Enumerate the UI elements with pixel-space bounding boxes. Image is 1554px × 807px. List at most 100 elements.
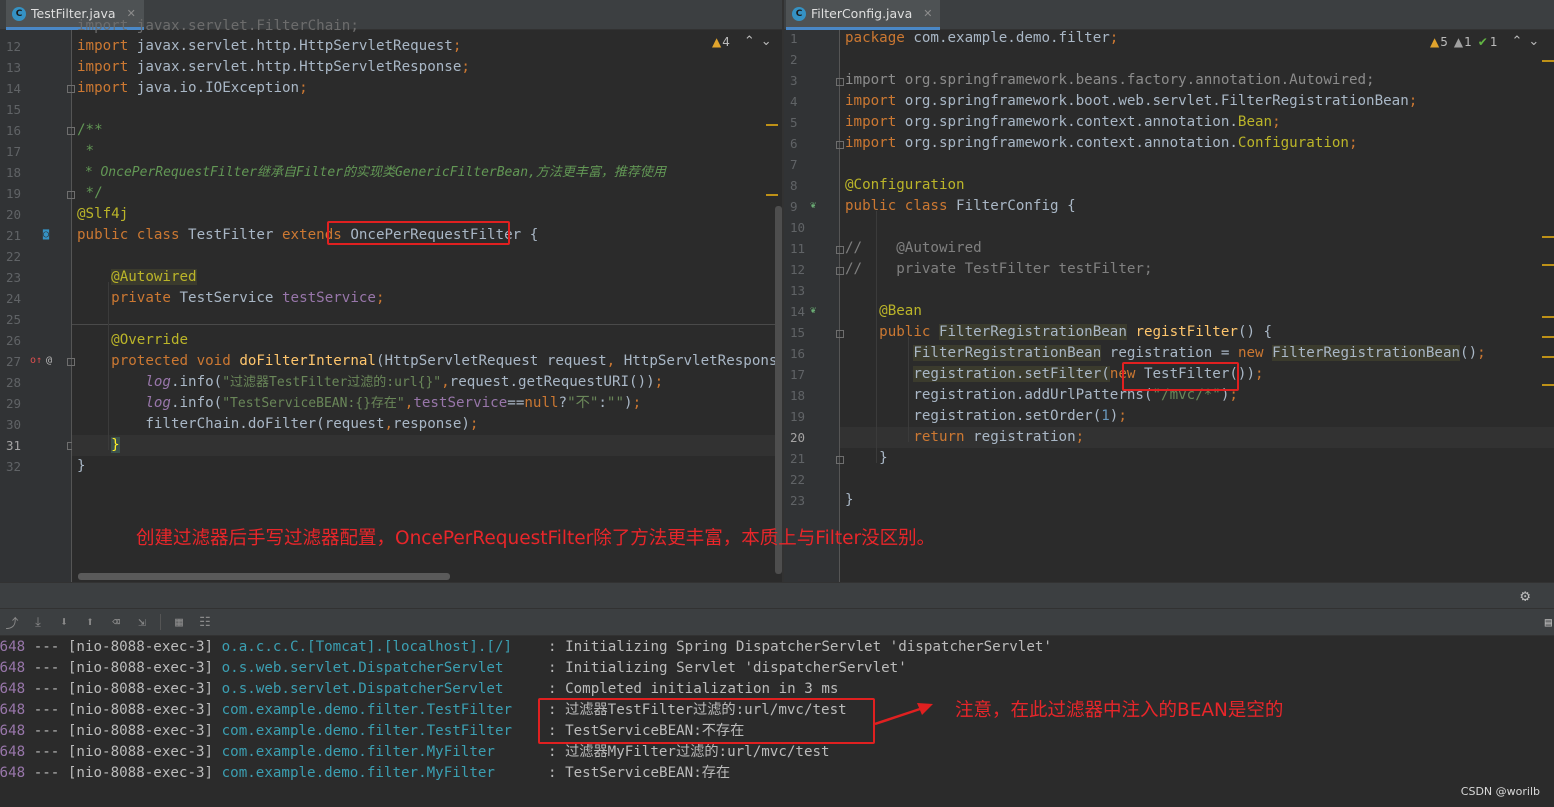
console-log-line: 9648 --- [nio-8088-exec-3] com.example.d… — [0, 742, 830, 763]
line-number[interactable]: 3 — [790, 70, 810, 91]
line-number[interactable]: 18 — [790, 385, 810, 406]
console-log-line: 9648 --- [nio-8088-exec-3] o.s.web.servl… — [0, 679, 838, 700]
log-logger[interactable]: o.s.web.servlet.DispatcherServlet — [222, 681, 504, 697]
line-number[interactable]: 31 — [6, 435, 26, 456]
line-number[interactable]: 25 — [6, 309, 26, 330]
line-number[interactable]: 2 — [790, 49, 810, 70]
line-number[interactable]: 13 — [790, 280, 810, 301]
scroll-to-end-icon[interactable]: ⤓ — [30, 614, 46, 630]
watermark: CSDN @worilb — [1460, 785, 1540, 798]
line-number[interactable]: 10 — [790, 217, 810, 238]
line-number[interactable]: 12 — [6, 36, 26, 57]
log-pid: 9648 — [0, 639, 26, 655]
log-logger[interactable]: com.example.demo.filter.TestFilter — [222, 702, 512, 718]
chevron-down-icon[interactable]: ⌄ — [761, 34, 772, 49]
line-number[interactable]: 23 — [790, 490, 810, 511]
left-vertical-scrollbar[interactable] — [775, 206, 782, 574]
log-separator: --- — [25, 681, 68, 697]
weak-warning-icon: ▲ — [1453, 34, 1464, 49]
line-number[interactable]: 24 — [6, 288, 26, 309]
panel-layout-icon[interactable]: ▤ — [1545, 615, 1552, 629]
line-number[interactable]: 32 — [6, 456, 26, 477]
log-logger[interactable]: o.a.c.c.C.[Tomcat].[localhost].[/] — [222, 639, 512, 655]
line-number[interactable]: 6 — [790, 133, 810, 154]
line-number[interactable]: 14 — [790, 301, 810, 322]
warning-count: 4 — [722, 34, 730, 49]
line-number[interactable]: 9 — [790, 196, 810, 217]
line-number[interactable]: 20 — [6, 204, 26, 225]
chevron-up-icon[interactable]: ⌃ — [1511, 34, 1522, 49]
log-pid: 9648 — [0, 723, 26, 739]
line-number[interactable]: 21 — [790, 448, 810, 469]
layout-icon[interactable]: ☷ — [197, 614, 213, 630]
upload-icon[interactable]: ⬆ — [82, 614, 98, 630]
line-number[interactable]: 27 — [6, 351, 26, 372]
annotation-arrow-icon — [875, 703, 933, 726]
line-number[interactable]: 16 — [790, 343, 810, 364]
line-number[interactable]: 15 — [6, 99, 26, 120]
spring-bean-icon[interactable]: ❦ — [810, 305, 816, 317]
line-number[interactable]: 29 — [6, 393, 26, 414]
gear-icon[interactable]: ⚙ — [1520, 586, 1530, 605]
inspection-widget[interactable]: ▲ 5 ▲ 1 ✔ 1 ⌃ ⌄ — [1430, 34, 1539, 49]
close-icon[interactable]: ✕ — [923, 7, 932, 20]
chevron-down-icon[interactable]: ⌄ — [1528, 34, 1539, 49]
log-logger[interactable]: com.example.demo.filter.TestFilter — [222, 723, 512, 739]
line-number[interactable]: 21 — [6, 225, 26, 246]
line-number[interactable]: 18 — [6, 162, 26, 183]
line-number[interactable]: 17 — [6, 141, 26, 162]
line-number[interactable]: 19 — [790, 406, 810, 427]
log-message: : 过滤器MyFilter过滤的:url/mvc/test — [548, 744, 830, 760]
line-number[interactable]: 22 — [790, 469, 810, 490]
inspection-widget[interactable]: ▲ 4 ⌃ ⌄ — [712, 34, 772, 49]
line-number[interactable]: 17 — [790, 364, 810, 385]
log-logger[interactable]: com.example.demo.filter.MyFilter — [222, 744, 495, 760]
line-number[interactable]: 19 — [6, 183, 26, 204]
right-gutter[interactable]: 1 2 3 4 5 6 7 8 9 10 11 12 13 14 15 16 17 18 19 20 21 22 23 ❦ … — [784, 28, 844, 582]
right-editor-pane[interactable]: C FilterConfig.java ✕ 1 2 3 4 5 6 7 8 9 10 11 12 13 1… — [784, 0, 1554, 582]
chevron-up-icon[interactable]: ⌃ — [744, 34, 755, 49]
log-message: : Initializing Servlet 'dispatcherServle… — [548, 660, 907, 676]
log-logger[interactable]: o.s.web.servlet.DispatcherServlet — [222, 660, 504, 676]
line-number[interactable]: 12 — [790, 259, 810, 280]
override-method-icon[interactable]: o↑ — [30, 355, 42, 367]
line-number[interactable]: 7 — [790, 154, 810, 175]
log-separator: --- — [25, 723, 68, 739]
line-number[interactable]: 23 — [6, 267, 26, 288]
class-hierarchy-icon[interactable]: ◙ — [43, 229, 49, 241]
line-number[interactable]: 22 — [6, 246, 26, 267]
line-number[interactable]: 1 — [790, 28, 810, 49]
left-horizontal-scrollbar[interactable] — [78, 573, 450, 580]
line-number[interactable]: 13 — [6, 57, 26, 78]
tab-filterconfig-java[interactable]: C FilterConfig.java ✕ — [786, 0, 941, 30]
line-number[interactable]: 15 — [790, 322, 810, 343]
log-thread: [nio-8088-exec-3] — [67, 744, 222, 760]
filter-icon[interactable]: ⇲ — [134, 614, 150, 630]
left-gutter[interactable]: 12 13 14 15 16 17 18 19 20 21 22 23 24 25 26 27 28 29 30 31… — [0, 30, 75, 582]
line-number[interactable]: 8 — [790, 175, 810, 196]
console-log-line: 9648 --- [nio-8088-exec-3] o.s.web.servl… — [0, 658, 907, 679]
left-editor-pane[interactable]: C TestFilter.java ✕ 12 13 14 15 16 17 18 19 20 21… — [0, 0, 782, 582]
run-console[interactable]: ⚙ ⤴ ⤓ ⬇ ⬆ ⌫ ⇲ ▦ ☷ ▤ 9648 --- [nio-8088-e… — [0, 582, 1554, 807]
log-separator: --- — [25, 660, 68, 676]
line-number[interactable]: 14 — [6, 78, 26, 99]
line-number[interactable]: 16 — [6, 120, 26, 141]
line-number[interactable]: 4 — [790, 91, 810, 112]
left-code-area[interactable]: import javax.servlet.FilterChain; import… — [72, 18, 782, 582]
line-number[interactable]: 26 — [6, 330, 26, 351]
highlight-box-new-testfilter — [1122, 362, 1239, 391]
spring-bean-icon[interactable]: ❦ — [810, 200, 816, 212]
log-separator: --- — [25, 744, 68, 760]
log-logger[interactable]: com.example.demo.filter.MyFilter — [222, 765, 495, 781]
line-number[interactable]: 5 — [790, 112, 810, 133]
console-header: ⚙ — [0, 582, 1554, 608]
line-number[interactable]: 11 — [790, 238, 810, 259]
line-number[interactable]: 28 — [6, 372, 26, 393]
download-icon[interactable]: ⬇ — [56, 614, 72, 630]
table-icon[interactable]: ▦ — [171, 614, 187, 630]
line-number[interactable]: 20 — [790, 427, 810, 448]
line-number[interactable]: 30 — [6, 414, 26, 435]
soft-wrap-icon[interactable]: ⤴ — [4, 614, 20, 632]
right-code-area[interactable]: package com.example.demo.filter; import … — [840, 30, 1554, 582]
clear-icon[interactable]: ⌫ — [108, 614, 124, 630]
